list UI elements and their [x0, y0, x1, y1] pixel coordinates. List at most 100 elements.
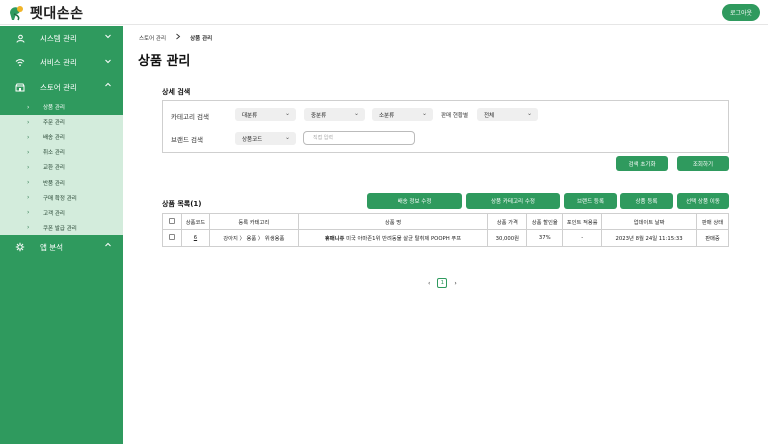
gear-icon	[15, 242, 25, 252]
sale-status-select[interactable]: 전체 ⌄	[477, 108, 538, 121]
select-all-cell	[162, 213, 182, 230]
sidebar-item-exchange[interactable]: › 교환 관리	[0, 160, 123, 175]
edit-category-button[interactable]: 상품 카테고리 수정	[466, 193, 560, 209]
product-updated-cell: 2023년 8월 24일 11:15:33	[601, 229, 697, 247]
register-product-button[interactable]: 상품 등록	[620, 193, 673, 209]
chevron-down-icon: ⌄	[284, 134, 290, 141]
next-page-icon[interactable]: ›	[454, 280, 456, 287]
select-value: 소분류	[379, 112, 395, 119]
edit-shipping-button[interactable]: 배송 정보 수정	[367, 193, 462, 209]
product-point-cell: -	[562, 229, 603, 247]
page-title: 상품 관리	[138, 54, 191, 69]
chevron-down-icon: ⌄	[284, 110, 290, 117]
category-search-label: 카테고리 검색	[171, 113, 209, 121]
chevron-right-icon: ›	[27, 209, 30, 217]
chevron-down-icon: ⌄	[421, 110, 427, 117]
top-bar: 펫대손손 로그아웃	[0, 0, 768, 25]
chevron-right-icon: ›	[27, 103, 30, 111]
select-value: 대분류	[242, 112, 258, 119]
sidebar-group-service[interactable]: 서비스 관리	[0, 51, 123, 76]
sidebar-item-label: 쿠폰 발급 관리	[43, 225, 77, 232]
product-table: 상품코드 등록 카테고리 상품 명 상품 가격 상품 할인율 포인트 적용률 업…	[162, 213, 729, 247]
sale-status-label: 판매 현황별	[441, 113, 469, 119]
breadcrumb-current: 상품 관리	[190, 35, 213, 42]
sidebar-item-cancel[interactable]: › 취소 관리	[0, 145, 123, 160]
column-header: 상품 할인율	[526, 213, 564, 230]
sidebar-item-customer[interactable]: › 고객 관리	[0, 205, 123, 220]
row-select-cell	[162, 229, 182, 247]
sidebar-item-return[interactable]: › 반품 관리	[0, 175, 123, 190]
sidebar-item-product[interactable]: › 상품 관리	[0, 99, 123, 115]
sidebar-item-order[interactable]: › 주문 관리	[0, 115, 123, 130]
logo[interactable]: 펫대손손	[8, 3, 84, 23]
sidebar-group-label: 시스템 관리	[40, 33, 77, 43]
sidebar-item-delivery[interactable]: › 배송 관리	[0, 130, 123, 145]
sidebar-item-label: 상품 관리	[43, 105, 65, 112]
breadcrumb: 스토어 관리 상품 관리	[139, 33, 212, 42]
sidebar-item-label: 교환 관리	[43, 165, 65, 172]
search-submit-button[interactable]: 조회하기	[677, 156, 729, 171]
sidebar-item-label: 고객 관리	[43, 210, 65, 217]
column-header: 등록 카테고리	[208, 213, 299, 230]
brand-search-input[interactable]	[303, 131, 415, 145]
store-icon	[15, 82, 25, 92]
select-value: 전체	[484, 112, 495, 119]
column-header: 상품 가격	[487, 213, 528, 230]
brand-search-label: 브랜드 검색	[171, 136, 203, 144]
row-checkbox[interactable]	[168, 234, 175, 240]
category-small-select[interactable]: 소분류 ⌄	[372, 108, 433, 121]
chevron-right-icon: ›	[27, 163, 30, 171]
select-value: 중분류	[311, 112, 327, 119]
logout-button[interactable]: 로그아웃	[722, 4, 760, 21]
chevron-down-icon: ⌄	[526, 110, 532, 117]
column-header: 판매 상태	[696, 213, 729, 230]
chevron-down-icon	[104, 57, 112, 67]
sidebar-group-store[interactable]: 스토어 관리	[0, 75, 123, 100]
brand-type-select[interactable]: 상품코드 ⌄	[235, 132, 296, 145]
product-category-cell: 강아지 〉 용품 〉 위생용품	[208, 229, 299, 247]
product-code-link[interactable]: 6	[194, 235, 197, 241]
search-reset-button[interactable]: 검색 초기화	[616, 156, 668, 171]
sidebar-item-label: 주문 관리	[43, 120, 65, 127]
column-header: 상품코드	[180, 213, 210, 230]
wifi-icon	[15, 58, 25, 68]
user-icon	[15, 33, 25, 43]
pagination: ‹ 1 ›	[428, 278, 457, 288]
sidebar-group-label: 서비스 관리	[40, 58, 77, 68]
sidebar-item-coupon[interactable]: › 쿠폰 발급 관리	[0, 220, 123, 235]
sidebar-item-label: 취소 관리	[43, 150, 65, 157]
chevron-right-icon	[175, 33, 181, 42]
sidebar-item-label: 배송 관리	[43, 135, 65, 142]
sidebar-item-purchase-confirm[interactable]: › 구매 확정 관리	[0, 190, 123, 205]
category-large-select[interactable]: 대분류 ⌄	[235, 108, 296, 121]
table-header-row: 상품코드 등록 카테고리 상품 명 상품 가격 상품 할인율 포인트 적용률 업…	[162, 213, 729, 230]
chevron-down-icon	[104, 32, 112, 42]
chevron-right-icon: ›	[27, 179, 30, 187]
sidebar-group-system[interactable]: 시스템 관리	[0, 26, 123, 51]
breadcrumb-parent[interactable]: 스토어 관리	[139, 34, 166, 42]
chevron-right-icon: ›	[27, 194, 30, 202]
move-selected-button[interactable]: 선택 상품 이동	[677, 193, 729, 209]
register-brand-button[interactable]: 브랜드 등록	[564, 193, 617, 209]
chevron-right-icon: ›	[27, 133, 30, 141]
sidebar-item-label: 반품 관리	[43, 180, 65, 187]
product-price-cell: 30,000원	[487, 229, 528, 247]
search-section-title: 상세 검색	[162, 88, 191, 96]
product-status-cell: 판매중	[696, 229, 729, 247]
sidebar-group-label: 스토어 관리	[40, 82, 77, 92]
sidebar-group-analytics[interactable]: 앱 분석	[0, 235, 123, 260]
product-brand: 휴매니쥬	[324, 236, 345, 242]
brand-name: 펫대손손	[30, 6, 84, 22]
page-number-current[interactable]: 1	[437, 278, 448, 288]
search-panel: 카테고리 검색 대분류 ⌄ 중분류 ⌄ 소분류 ⌄ 판매 현황별 전체 ⌄ 브랜…	[162, 100, 729, 153]
table-row[interactable]: 6 강아지 〉 용품 〉 위생용품 휴매니쥬 미국 아마존1위 반려동물 살균 …	[162, 229, 729, 247]
chevron-right-icon: ›	[27, 118, 30, 126]
product-code-cell: 6	[180, 229, 210, 247]
product-name-cell: 휴매니쥬 미국 아마존1위 반려동물 살균 탈취제 POOPH 푸프	[297, 229, 489, 247]
sidebar-item-label: 구매 확정 관리	[43, 195, 77, 202]
product-name: 미국 아마존1위 반려동물 살균 탈취제 POOPH 푸프	[344, 236, 462, 242]
prev-page-icon[interactable]: ‹	[428, 280, 430, 287]
product-list-title: 상품 목록(1)	[162, 200, 202, 208]
select-all-checkbox[interactable]	[168, 217, 175, 224]
category-medium-select[interactable]: 중분류 ⌄	[304, 108, 365, 121]
